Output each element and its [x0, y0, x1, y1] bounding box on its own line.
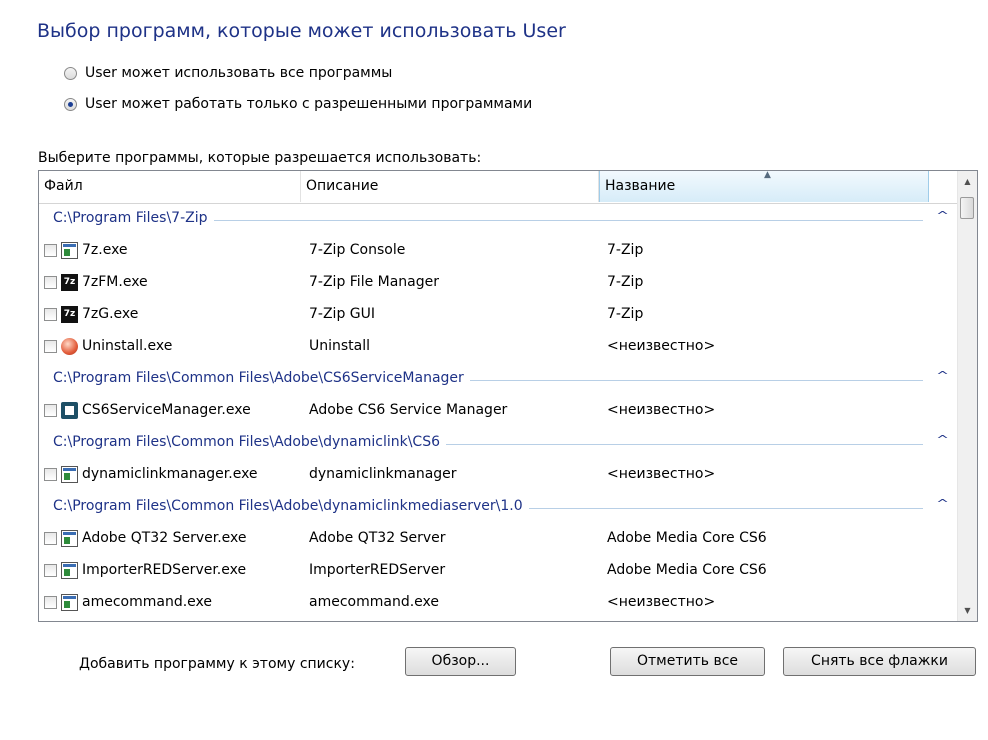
description-cell: 7-Zip Console	[309, 242, 406, 258]
program-list[interactable]: Файл Описание ▲ Название C:\Program Files…	[38, 170, 978, 622]
description-cell: 7-Zip File Manager	[309, 274, 440, 290]
file-cell: Adobe QT32 Server.exe	[82, 530, 247, 546]
exe-icon	[61, 530, 78, 547]
description-cell: dynamiclinkmanager	[309, 466, 457, 482]
group-path: C:\Program Files\Common Files\Adobe\dyna…	[53, 434, 447, 450]
collapse-icon[interactable]: ^	[936, 497, 949, 510]
file-cell: amecommand.exe	[82, 594, 212, 610]
column-header-file[interactable]: Файл	[39, 171, 301, 202]
column-header-label: Файл	[44, 178, 83, 194]
add-program-label: Добавить программу к этому списку:	[79, 656, 355, 672]
page-title: Выбор программ, которые может использова…	[37, 20, 566, 42]
radio-allow-all[interactable]: User может использовать все программы	[64, 65, 392, 81]
radio-label: User может использовать все программы	[85, 65, 393, 81]
file-cell: Uninstall.exe	[82, 338, 173, 354]
name-cell: <неизвестно>	[607, 466, 716, 482]
file-cell: 7zFM.exe	[82, 274, 148, 290]
name-cell: <неизвестно>	[607, 338, 716, 354]
name-cell: <неизвестно>	[607, 402, 716, 418]
row-checkbox[interactable]	[44, 596, 57, 609]
collapse-icon[interactable]: ^	[936, 433, 949, 446]
sort-up-icon: ▲	[764, 170, 771, 180]
cs6-service-icon	[61, 402, 78, 419]
name-cell: Adobe Media Core CS6	[607, 530, 767, 546]
file-cell: 7z.exe	[82, 242, 128, 258]
row-checkbox[interactable]	[44, 276, 57, 289]
browse-button[interactable]: Обзор...	[405, 647, 516, 676]
collapse-icon[interactable]: ^	[936, 209, 949, 222]
row-checkbox[interactable]	[44, 340, 57, 353]
group-path: C:\Program Files\Common Files\Adobe\CS6S…	[53, 370, 470, 386]
list-item[interactable]: Uninstall.exe Uninstall <неизвестно>	[39, 331, 959, 363]
list-item[interactable]: Adobe QT32 Server.exe Adobe QT32 Server …	[39, 523, 959, 555]
description-cell: 7-Zip GUI	[309, 306, 376, 322]
column-header-description[interactable]: Описание	[301, 171, 599, 202]
radio-button[interactable]	[64, 66, 77, 80]
uninstall-icon	[61, 338, 78, 355]
group-header[interactable]: C:\Program Files\Common Files\Adobe\dyna…	[39, 491, 959, 523]
row-checkbox[interactable]	[44, 468, 57, 481]
list-caption: Выберите программы, которые разрешается …	[38, 150, 482, 166]
column-header-label: Название	[605, 178, 676, 194]
exe-icon	[61, 466, 78, 483]
description-cell: Uninstall	[309, 338, 371, 354]
list-item-partial[interactable]	[39, 619, 959, 621]
collapse-icon[interactable]: ^	[936, 369, 949, 382]
description-cell: ImporterREDServer	[309, 562, 446, 578]
radio-allow-selected[interactable]: User может работать только с разрешенным…	[64, 96, 532, 112]
vertical-scrollbar[interactable]: ▲ ▼	[957, 171, 977, 621]
radio-label: User может работать только с разрешенным…	[85, 96, 533, 112]
row-checkbox[interactable]	[44, 308, 57, 321]
description-cell: Adobe CS6 Service Manager	[309, 402, 508, 418]
row-checkbox[interactable]	[44, 404, 57, 417]
description-cell: Adobe QT32 Server	[309, 530, 446, 546]
list-item[interactable]: 7z 7zFM.exe 7-Zip File Manager 7-Zip	[39, 267, 959, 299]
name-cell: 7-Zip	[607, 306, 644, 322]
column-header-label: Описание	[306, 178, 379, 194]
row-checkbox[interactable]	[44, 244, 57, 257]
file-cell: CS6ServiceManager.exe	[82, 402, 251, 418]
scroll-thumb[interactable]	[960, 197, 974, 219]
group-header[interactable]: C:\Program Files\7-Zip ^	[39, 203, 959, 235]
scroll-down-icon[interactable]: ▼	[958, 602, 977, 619]
row-checkbox[interactable]	[44, 532, 57, 545]
radio-button-checked[interactable]	[64, 97, 77, 111]
list-rows: C:\Program Files\7-Zip ^ 7z.exe 7-Zip Co…	[39, 203, 959, 621]
list-item[interactable]: ImporterREDServer.exe ImporterREDServer …	[39, 555, 959, 587]
list-item[interactable]: 7z.exe 7-Zip Console 7-Zip	[39, 235, 959, 267]
check-all-button[interactable]: Отметить все	[610, 647, 765, 676]
list-header: Файл Описание ▲ Название	[39, 171, 959, 204]
file-cell: ImporterREDServer.exe	[82, 562, 247, 578]
list-item[interactable]: CS6ServiceManager.exe Adobe CS6 Service …	[39, 395, 959, 427]
exe-icon	[61, 242, 78, 259]
row-checkbox[interactable]	[44, 564, 57, 577]
uncheck-all-button[interactable]: Снять все флажки	[783, 647, 976, 676]
list-item[interactable]: dynamiclinkmanager.exe dynamiclinkmanage…	[39, 459, 959, 491]
column-header-name[interactable]: ▲ Название	[599, 171, 929, 202]
group-path: C:\Program Files\7-Zip	[53, 210, 214, 226]
group-header[interactable]: C:\Program Files\Common Files\Adobe\dyna…	[39, 427, 959, 459]
name-cell: 7-Zip	[607, 242, 644, 258]
list-item[interactable]: 7z 7zG.exe 7-Zip GUI 7-Zip	[39, 299, 959, 331]
file-cell: dynamiclinkmanager.exe	[82, 466, 258, 482]
group-header[interactable]: C:\Program Files\Common Files\Adobe\CS6S…	[39, 363, 959, 395]
group-path: C:\Program Files\Common Files\Adobe\dyna…	[53, 498, 529, 514]
7zip-icon: 7z	[61, 306, 78, 323]
exe-icon	[61, 594, 78, 611]
7zip-icon: 7z	[61, 274, 78, 291]
name-cell: Adobe Media Core CS6	[607, 562, 767, 578]
list-item[interactable]: amecommand.exe amecommand.exe <неизвестн…	[39, 587, 959, 619]
file-cell: 7zG.exe	[82, 306, 139, 322]
exe-icon	[61, 562, 78, 579]
description-cell: amecommand.exe	[309, 594, 439, 610]
name-cell: <неизвестно>	[607, 594, 716, 610]
name-cell: 7-Zip	[607, 274, 644, 290]
scroll-up-icon[interactable]: ▲	[958, 173, 977, 190]
